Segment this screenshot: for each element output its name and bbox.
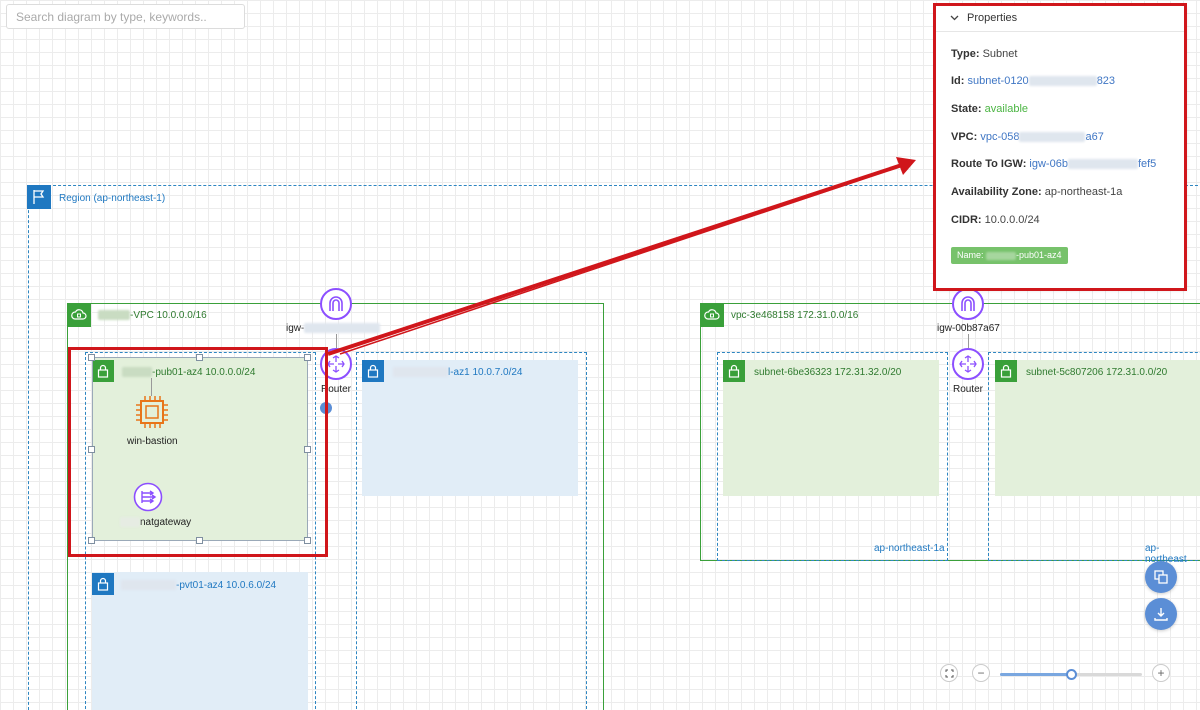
zoom-slider-thumb[interactable] (1066, 669, 1077, 680)
zoom-in-button[interactable]: + (1152, 664, 1170, 682)
copy-icon (1154, 570, 1168, 584)
highlight-box-properties (933, 3, 1187, 291)
download-button[interactable] (1145, 598, 1177, 630)
zoom-out-button[interactable]: − (972, 664, 990, 682)
fit-screen-icon (945, 669, 953, 677)
fit-screen-button[interactable] (940, 664, 958, 682)
copy-button[interactable] (1145, 561, 1177, 593)
zoom-slider-fill (1000, 673, 1071, 676)
download-icon (1154, 608, 1168, 621)
